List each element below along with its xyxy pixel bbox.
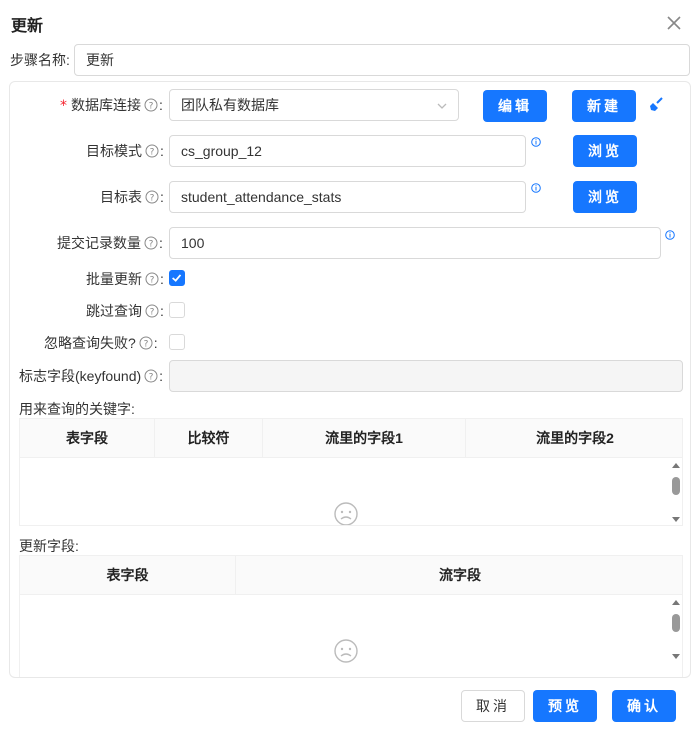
lookup-keys-header: 表字段 比较符 流里的字段1 流里的字段2 [20,419,682,458]
info-circle-icon [531,137,541,147]
target-schema-label: 目标模式?: [86,143,164,159]
lookup-keys-scrollbar[interactable] [669,459,682,525]
browse-schema-button[interactable]: 浏览 [573,135,637,167]
scroll-up-arrow[interactable] [672,600,680,605]
commit-size-input[interactable]: 100 [169,227,661,259]
ignore-lookup-failure-label: 忽略查询失败??: [44,335,158,351]
target-table-label: 目标表?: [100,189,164,205]
update-fields-title: 更新字段: [19,538,79,554]
form-panel: * 数据库连接?: 团队私有数据库 编辑 新建 目标模式?: cs_group_1… [9,81,691,678]
question-circle-icon: ? [144,369,158,383]
svg-text:?: ? [150,308,155,318]
svg-text:?: ? [143,340,148,350]
dialog-title: 更新 [11,18,44,35]
svg-text:?: ? [149,373,154,383]
lookup-keys-table: 表字段 比较符 流里的字段1 流里的字段2 [19,418,683,526]
scroll-down-arrow[interactable] [672,517,680,522]
column-header: 流里的字段2 [536,430,614,446]
scroll-thumb[interactable] [672,614,680,632]
question-circle-icon: ? [144,98,158,112]
clear-broom-icon[interactable] [649,96,665,112]
flag-field-label: 标志字段(keyfound)?: [19,368,164,384]
column-header: 流字段 [439,567,481,583]
check-icon [172,274,182,282]
target-schema-input[interactable]: cs_group_12 [169,135,526,167]
column-header: 表字段 [20,556,236,595]
question-circle-icon: ? [145,190,159,204]
svg-text:?: ? [149,102,154,112]
column-header: 比较符 [155,419,263,458]
info-circle-icon [531,183,541,193]
update-fields-table: 表字段 流字段 [19,555,683,677]
update-step-dialog: 更新 步骤名称: 更新 * 数据库连接?: 团队私有数据库 编辑 新建 目标模式?… [0,0,700,742]
info-circle-icon [665,230,675,240]
close-icon[interactable] [664,13,684,33]
batch-update-checkbox[interactable] [169,270,185,286]
batch-update-label: 批量更新?: [86,271,164,287]
question-circle-icon: ? [139,336,153,350]
new-connection-button[interactable]: 新建 [572,90,636,122]
scroll-thumb[interactable] [672,477,680,495]
target-table-input[interactable]: student_attendance_stats [169,181,526,213]
db-connection-label: * 数据库连接?: [60,97,163,114]
db-connection-select[interactable]: 团队私有数据库 [169,89,459,121]
cancel-button[interactable]: 取消 [461,690,525,722]
lookup-keys-title: 用来查询的关键字: [19,401,135,417]
ignore-lookup-failure-checkbox[interactable] [169,334,185,350]
frown-icon [334,639,358,663]
svg-text:?: ? [150,148,155,158]
svg-text:?: ? [150,194,155,204]
question-circle-icon: ? [145,272,159,286]
question-circle-icon: ? [145,304,159,318]
step-name-input[interactable]: 更新 [74,44,690,76]
edit-connection-button[interactable]: 编辑 [483,90,547,122]
scroll-down-arrow[interactable] [672,654,680,659]
browse-table-button[interactable]: 浏览 [573,181,637,213]
chevron-down-icon [437,103,447,109]
svg-text:?: ? [149,240,154,250]
scroll-up-arrow[interactable] [672,463,680,468]
frown-icon [334,502,358,525]
skip-lookup-checkbox[interactable] [169,302,185,318]
flag-field-input [169,360,683,392]
svg-text:?: ? [150,276,155,286]
question-circle-icon: ? [145,144,159,158]
column-header: 表字段 [20,419,155,458]
skip-lookup-label: 跳过查询?: [86,303,164,319]
update-fields-header: 表字段 流字段 [20,556,682,595]
confirm-button[interactable]: 确认 [612,690,676,722]
update-fields-scrollbar[interactable] [669,596,682,664]
step-name-label: 步骤名称: [10,52,70,68]
commit-size-label: 提交记录数量?: [57,235,163,251]
column-header: 流里的字段1 [263,419,466,458]
preview-button[interactable]: 预览 [533,690,597,722]
question-circle-icon: ? [144,236,158,250]
